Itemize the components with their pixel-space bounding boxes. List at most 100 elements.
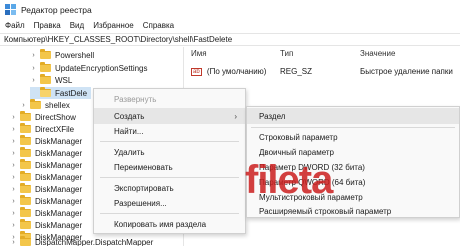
menu-item-create[interactable]: Создать › — [94, 108, 245, 124]
tree-item-diskmanager-2[interactable]: › DiskManager — [10, 147, 82, 159]
tree-item-shellex[interactable]: › shellex — [20, 99, 70, 111]
tree-item-label: DirectShow — [35, 112, 76, 122]
menu-item-label: Разрешения... — [114, 198, 167, 208]
submenu-item-qword-value[interactable]: Параметр QWORD (64 бита) — [247, 174, 459, 190]
tree-item-diskmanager-8[interactable]: › DiskManager — [10, 219, 82, 231]
tree-item-label: DiskManager — [35, 136, 83, 146]
submenu-item-dword-value[interactable]: Параметр DWORD (32 бита) — [247, 159, 459, 175]
menu-item-permissions[interactable]: Разрешения... — [94, 195, 245, 211]
context-menu: Развернуть Создать › Найти... Удалить Пе… — [93, 88, 246, 234]
menu-view[interactable]: Вид — [70, 21, 84, 30]
tree-item-label: DiskManager — [35, 160, 83, 170]
tree-item-diskmanager-7[interactable]: › DiskManager — [10, 207, 82, 219]
menu-bar: Файл Правка Вид Избранное Справка — [0, 19, 460, 32]
tree-item-diskmanager-5[interactable]: › DiskManager — [10, 183, 82, 195]
chevron-right-icon[interactable]: › — [30, 52, 37, 59]
menu-item-label: Копировать имя раздела — [114, 219, 207, 229]
tree-item-label: FastDele — [55, 88, 88, 98]
value-row[interactable]: ab (По умолчанию) REG_SZ Быстрое удалени… — [191, 67, 459, 79]
tree-item-directxfile[interactable]: › DirectXFile — [10, 123, 74, 135]
tree-item-label: DiskManager — [35, 148, 83, 158]
string-value-icon: ab — [191, 67, 202, 76]
tree-item-updateencryptionsettings[interactable]: › UpdateEncryptionSettings — [30, 62, 148, 74]
menu-item-label: Удалить — [114, 147, 145, 157]
tree-item-diskmanager-3[interactable]: › DiskManager — [10, 159, 82, 171]
address-path: Компьютер\HKEY_CLASSES_ROOT\Directory\sh… — [4, 35, 233, 44]
folder-icon — [20, 111, 31, 121]
menu-item-rename[interactable]: Переименовать — [94, 159, 245, 175]
tree-item-powershell[interactable]: › Powershell — [30, 49, 94, 61]
menu-item-label: Раздел — [259, 111, 286, 121]
menu-edit[interactable]: Правка — [34, 21, 61, 30]
chevron-right-icon[interactable]: › — [10, 186, 17, 193]
tree-item-label: DiskManager — [35, 172, 83, 182]
menu-item-label: Расширяемый строковый параметр — [259, 206, 392, 216]
folder-icon — [20, 135, 31, 145]
folder-open-icon — [40, 87, 51, 97]
menu-separator — [251, 127, 455, 128]
chevron-right-icon[interactable]: › — [10, 114, 17, 121]
tree-item-label: WSL — [55, 75, 73, 85]
folder-icon — [30, 99, 41, 109]
tree-item-label: UpdateEncryptionSettings — [55, 63, 148, 73]
menu-item-label: Развернуть — [114, 94, 157, 104]
tree-item-label: DiskManager — [35, 184, 83, 194]
value-data: Быстрое удаление папки — [360, 67, 453, 76]
chevron-right-icon[interactable]: › — [10, 174, 17, 181]
chevron-right-icon[interactable]: › — [10, 126, 17, 133]
tree-item-label: DiskManager — [35, 208, 83, 218]
menu-item-label: Двоичный параметр — [259, 147, 334, 157]
chevron-right-icon[interactable]: › — [30, 65, 37, 72]
value-type: REG_SZ — [280, 67, 313, 76]
tree-item-dispatchmapper[interactable]: › DispatchMapper.DispatchMapper — [10, 236, 153, 246]
menu-item-label: Параметр QWORD (64 бита) — [259, 177, 366, 187]
menu-favorites[interactable]: Избранное — [93, 21, 134, 30]
submenu-item-key[interactable]: Раздел — [247, 108, 459, 124]
menu-item-copy-key-name[interactable]: Копировать имя раздела — [94, 216, 245, 232]
menu-item-label: Параметр DWORD (32 бита) — [259, 162, 365, 172]
folder-icon — [20, 183, 31, 193]
tree-item-directshow[interactable]: › DirectShow — [10, 111, 76, 123]
folder-icon — [20, 195, 31, 205]
menu-item-label: Строковый параметр — [259, 132, 338, 142]
submenu-item-expandable-string-value[interactable]: Расширяемый строковый параметр — [247, 203, 459, 219]
registry-editor-icon — [5, 4, 16, 15]
chevron-right-icon[interactable]: › — [10, 138, 17, 145]
chevron-right-icon[interactable]: › — [30, 77, 37, 84]
chevron-right-icon[interactable]: › — [10, 222, 17, 229]
chevron-right-icon[interactable]: › — [10, 210, 17, 217]
tree-item-diskmanager-6[interactable]: › DiskManager — [10, 195, 82, 207]
folder-icon — [20, 207, 31, 217]
column-header-value[interactable]: Значение — [360, 49, 395, 61]
folder-icon — [20, 236, 31, 246]
menu-item-find[interactable]: Найти... — [94, 123, 245, 139]
menu-separator — [100, 177, 239, 178]
chevron-right-icon[interactable]: › — [10, 162, 17, 169]
submenu-item-string-value[interactable]: Строковый параметр — [247, 129, 459, 145]
tree-item-wsl[interactable]: › WSL — [30, 74, 72, 86]
address-bar[interactable]: Компьютер\HKEY_CLASSES_ROOT\Directory\sh… — [0, 33, 460, 46]
folder-icon — [40, 49, 51, 59]
menu-file[interactable]: Файл — [5, 21, 25, 30]
column-header-name[interactable]: Имя — [191, 49, 207, 61]
tree-item-diskmanager-1[interactable]: › DiskManager — [10, 135, 82, 147]
menu-item-label: Переименовать — [114, 162, 173, 172]
menu-item-expand[interactable]: Развернуть — [94, 91, 245, 107]
chevron-right-icon[interactable]: › — [10, 198, 17, 205]
menu-item-label: Экспортировать — [114, 183, 174, 193]
menu-item-export[interactable]: Экспортировать — [94, 180, 245, 196]
menu-item-delete[interactable]: Удалить — [94, 144, 245, 160]
chevron-right-icon[interactable]: › — [20, 102, 27, 109]
column-header-type[interactable]: Тип — [280, 49, 293, 61]
submenu-item-binary-value[interactable]: Двоичный параметр — [247, 144, 459, 160]
tree-item-fastdelete[interactable]: FastDele — [30, 87, 92, 99]
tree-item-diskmanager-4[interactable]: › DiskManager — [10, 171, 82, 183]
tree-item-label: shellex — [45, 100, 70, 110]
menu-item-label: Найти... — [114, 126, 144, 136]
window-title: Редактор реестра — [21, 4, 92, 15]
chevron-right-icon[interactable]: › — [10, 239, 17, 246]
menu-help[interactable]: Справка — [143, 21, 174, 30]
tree-item-label: DispatchMapper.DispatchMapper — [35, 237, 154, 246]
chevron-right-icon[interactable]: › — [10, 150, 17, 157]
folder-icon — [20, 147, 31, 157]
